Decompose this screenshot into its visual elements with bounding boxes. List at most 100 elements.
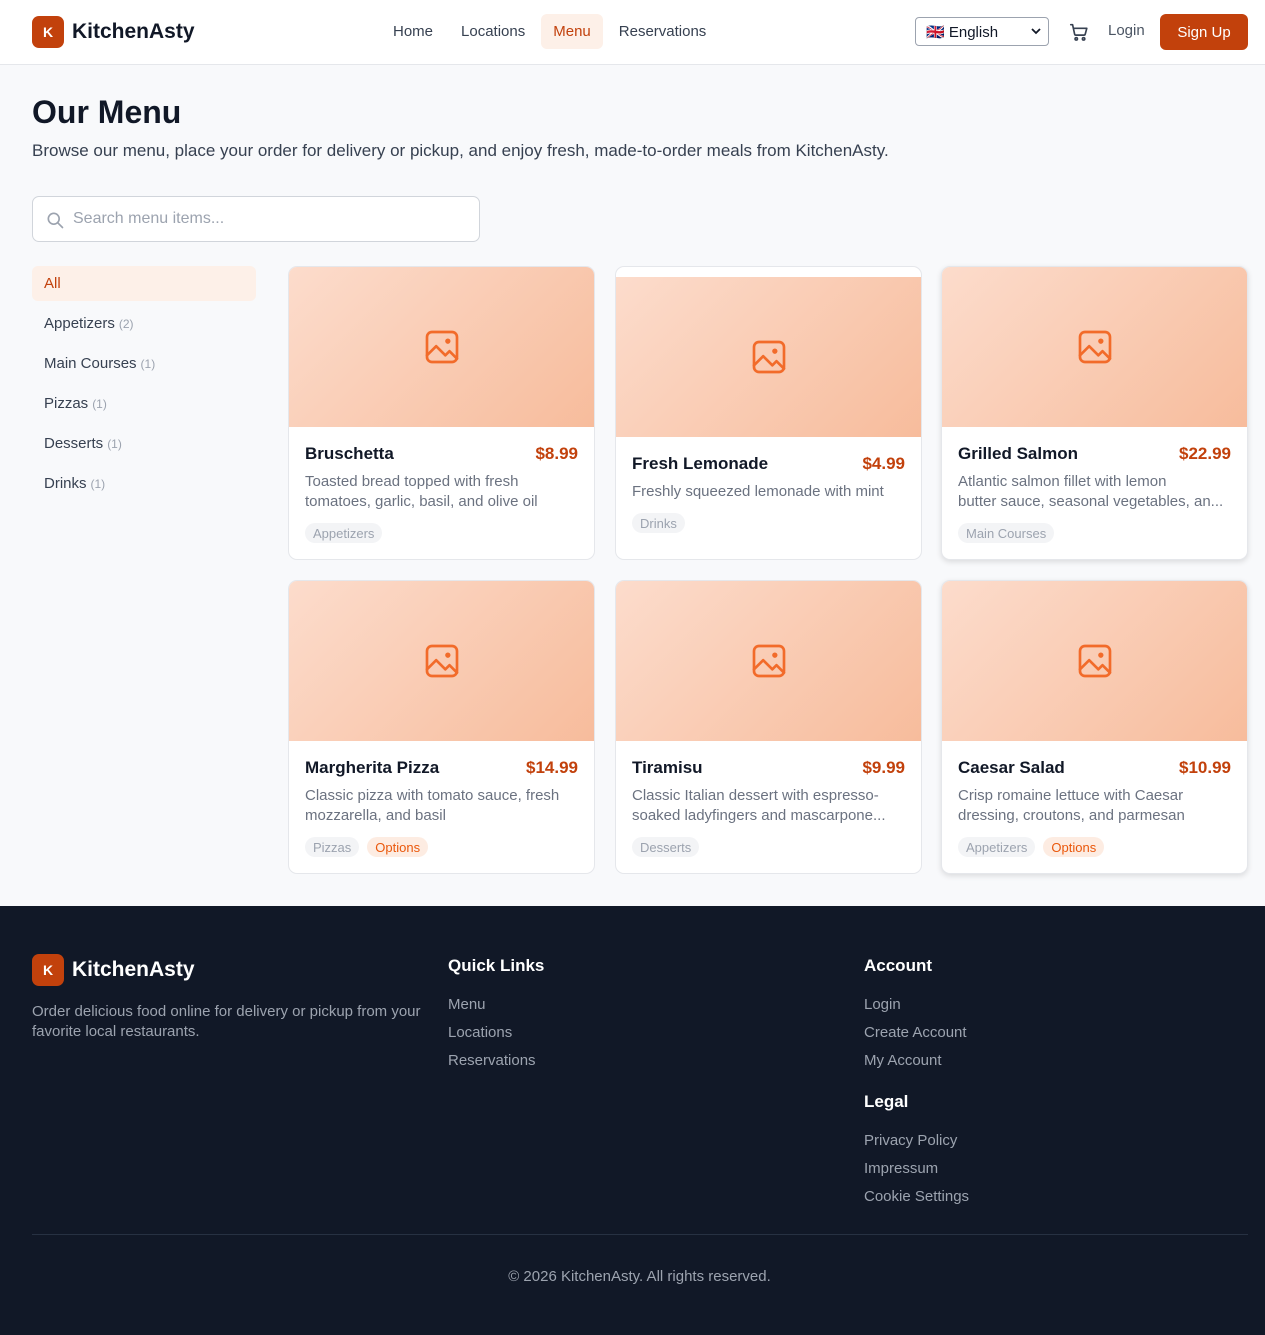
item-price: $4.99 bbox=[862, 454, 905, 473]
nav-menu[interactable]: Menu bbox=[541, 14, 603, 49]
menu-item-card[interactable]: Margherita Pizza $14.99 Classic pizza wi… bbox=[288, 580, 595, 874]
item-name: Fresh Lemonade bbox=[632, 454, 769, 473]
menu-item-card[interactable]: Bruschetta $8.99 Toasted bread topped wi… bbox=[288, 266, 595, 560]
category-label: Main Courses bbox=[44, 355, 137, 372]
nav-reservations[interactable]: Reservations bbox=[607, 14, 719, 49]
main-nav: Home Locations Menu Reservations bbox=[381, 14, 718, 49]
category-pizzas[interactable]: Pizzas (1) bbox=[32, 386, 256, 421]
footer-copyright: © 2026 KitchenAsty. All rights reserved. bbox=[508, 1268, 771, 1285]
category-sidebar: All Appetizers (2) Main Courses (1) Pizz… bbox=[32, 266, 256, 506]
category-main-courses[interactable]: Main Courses (1) bbox=[32, 346, 256, 381]
nav-home[interactable]: Home bbox=[381, 14, 445, 49]
footer-heading: Account bbox=[864, 956, 932, 975]
footer-divider bbox=[32, 1234, 1248, 1235]
footer-about: Order delicious food online for delivery… bbox=[32, 1003, 421, 1040]
category-tag: Pizzas bbox=[305, 837, 360, 857]
menu-item-card[interactable]: Tiramisu $9.99 Classic Italian dessert w… bbox=[615, 580, 922, 874]
item-description: Atlantic salmon fillet with lemon butter… bbox=[958, 472, 1233, 512]
item-image bbox=[616, 581, 921, 741]
category-count: (1) bbox=[90, 476, 106, 491]
item-price: $9.99 bbox=[862, 758, 905, 777]
footer-heading: Legal bbox=[864, 1092, 909, 1111]
language-select[interactable]: 🇬🇧 English bbox=[915, 17, 1049, 46]
site-footer: K KitchenAsty Order delicious food onlin… bbox=[0, 906, 1265, 1335]
item-description-line: Crisp romaine lettuce with Caesar bbox=[958, 787, 1184, 804]
item-description-line: Classic Italian dessert with espresso- bbox=[632, 787, 879, 804]
item-description-line: Classic pizza with tomato sauce, fresh bbox=[305, 787, 560, 804]
category-count: (1) bbox=[107, 436, 122, 451]
item-name: Caesar Salad bbox=[958, 758, 1065, 777]
menu-item-card[interactable]: Fresh Lemonade $4.99 Freshly squeezed le… bbox=[615, 266, 922, 560]
category-count: (1) bbox=[92, 396, 107, 411]
category-tag: Desserts bbox=[632, 837, 700, 857]
footer-link-cookie-settings[interactable]: Cookie Settings bbox=[864, 1182, 969, 1210]
footer-link-menu[interactable]: Menu bbox=[448, 990, 544, 1018]
menu-grid: Bruschetta $8.99 Toasted bread topped wi… bbox=[288, 266, 1248, 874]
item-description-line: soaked ladyfingers and mascarpone... bbox=[632, 807, 886, 824]
footer-account: Account Login Create Account My Account bbox=[864, 956, 967, 1074]
item-tags: Pizzas Options bbox=[305, 837, 429, 857]
search-input[interactable] bbox=[73, 210, 463, 228]
footer-link-impressum[interactable]: Impressum bbox=[864, 1154, 969, 1182]
options-tag: Options bbox=[1043, 837, 1105, 857]
item-image bbox=[616, 277, 921, 437]
category-label: Pizzas bbox=[44, 395, 89, 412]
category-all[interactable]: All bbox=[32, 266, 256, 301]
footer-heading: Quick Links bbox=[448, 956, 545, 975]
footer-link-create-account[interactable]: Create Account bbox=[864, 1018, 967, 1046]
category-tag: Main Courses bbox=[958, 523, 1055, 543]
category-count: (1) bbox=[140, 356, 156, 371]
item-description-line: Atlantic salmon fillet with lemon bbox=[958, 473, 1167, 490]
footer-brand-logo[interactable]: K KitchenAsty bbox=[32, 954, 195, 986]
language-select-value: 🇬🇧 English bbox=[926, 23, 999, 41]
category-tag: Appetizers bbox=[305, 523, 383, 543]
image-placeholder-icon bbox=[1078, 644, 1111, 678]
category-appetizers[interactable]: Appetizers (2) bbox=[32, 306, 256, 341]
item-image bbox=[942, 267, 1247, 427]
category-tag: Drinks bbox=[632, 513, 685, 533]
category-count: (2) bbox=[118, 316, 134, 331]
image-placeholder-icon bbox=[1078, 330, 1111, 364]
item-description-line: Toasted bread topped with fresh bbox=[305, 473, 519, 490]
nav-locations[interactable]: Locations bbox=[449, 14, 537, 49]
logo-mark-icon: K bbox=[32, 16, 64, 48]
item-tags: Drinks bbox=[632, 513, 685, 533]
image-placeholder-icon bbox=[752, 644, 785, 678]
search-icon bbox=[47, 212, 64, 229]
item-price: $22.99 bbox=[1179, 444, 1231, 463]
item-name: Margherita Pizza bbox=[305, 758, 440, 777]
item-tags: Desserts bbox=[632, 837, 700, 857]
image-placeholder-icon bbox=[752, 340, 785, 374]
image-placeholder-icon bbox=[425, 330, 458, 364]
item-image bbox=[942, 581, 1247, 741]
item-description: Classic pizza with tomato sauce, fresh m… bbox=[305, 786, 580, 826]
page-title: Our Menu bbox=[32, 94, 182, 130]
item-description-line: dressing, croutons, and parmesan bbox=[958, 807, 1185, 824]
category-tag: Appetizers bbox=[958, 837, 1036, 857]
category-desserts[interactable]: Desserts (1) bbox=[32, 426, 256, 461]
category-drinks[interactable]: Drinks (1) bbox=[32, 466, 256, 501]
brand-logo[interactable]: K KitchenAsty bbox=[32, 16, 195, 48]
login-link[interactable]: Login bbox=[1108, 22, 1145, 39]
signup-button[interactable]: Sign Up bbox=[1160, 14, 1248, 50]
item-description-line: Freshly squeezed lemonade with mint bbox=[632, 483, 884, 500]
footer-link-privacy[interactable]: Privacy Policy bbox=[864, 1126, 969, 1154]
footer-link-locations[interactable]: Locations bbox=[448, 1018, 544, 1046]
menu-item-card[interactable]: Caesar Salad $10.99 Crisp romaine lettuc… bbox=[941, 580, 1248, 874]
footer-link-reservations[interactable]: Reservations bbox=[448, 1046, 544, 1074]
item-price: $10.99 bbox=[1179, 758, 1231, 777]
menu-item-card[interactable]: Grilled Salmon $22.99 Atlantic salmon fi… bbox=[941, 266, 1248, 560]
item-price: $14.99 bbox=[526, 758, 578, 777]
footer-link-my-account[interactable]: My Account bbox=[864, 1046, 967, 1074]
item-image bbox=[289, 581, 594, 741]
footer-quick-links: Quick Links Menu Locations Reservations bbox=[448, 956, 544, 1074]
cart-icon[interactable] bbox=[1068, 21, 1090, 43]
category-label: Drinks bbox=[44, 475, 87, 492]
item-description: Classic Italian dessert with espresso- s… bbox=[632, 786, 907, 826]
footer-link-login[interactable]: Login bbox=[864, 990, 967, 1018]
item-description-line: tomatoes, garlic, basil, and olive oil bbox=[305, 493, 538, 510]
brand-name: KitchenAsty bbox=[72, 958, 195, 981]
search-box bbox=[32, 196, 480, 242]
item-description-line: butter sauce, seasonal vegetables, an... bbox=[958, 493, 1224, 510]
item-description: Crisp romaine lettuce with Caesar dressi… bbox=[958, 786, 1233, 826]
